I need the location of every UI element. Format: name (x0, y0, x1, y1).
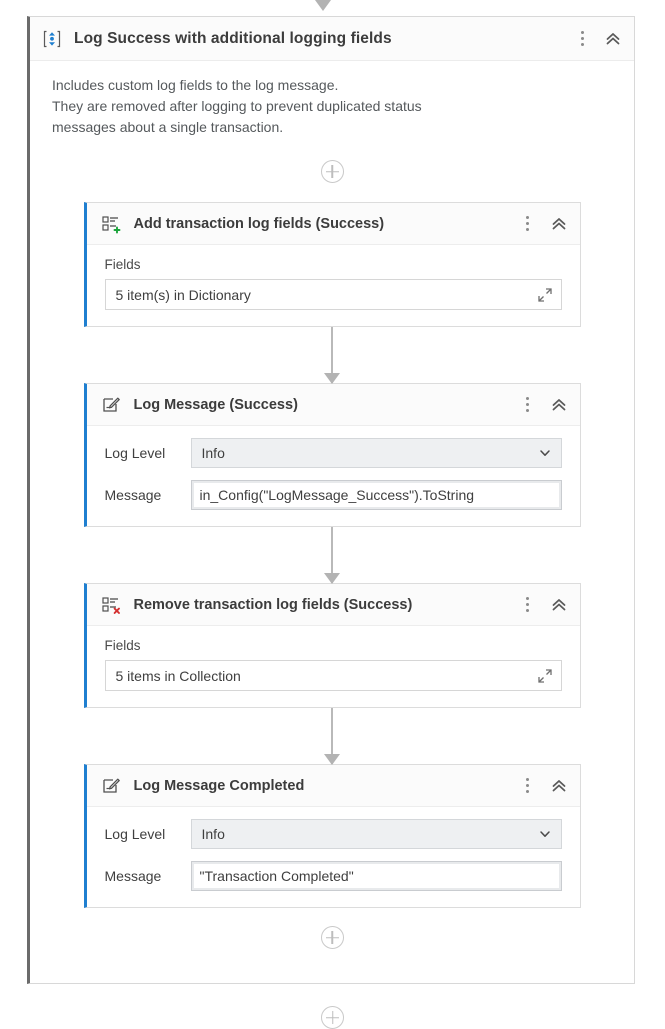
kebab-menu-icon[interactable] (520, 776, 536, 796)
log-message-icon (101, 395, 121, 415)
open-editor-icon[interactable] (537, 668, 553, 684)
add-activity-top[interactable] (30, 160, 634, 183)
activity-card-log-message-success[interactable]: Log Message (Success) Log Level Info Mes… (83, 383, 581, 527)
card-title: Log Message Completed (133, 777, 305, 794)
card-header[interactable]: Log Message Completed (86, 765, 580, 807)
plus-circle-icon[interactable] (320, 160, 344, 183)
fields-value-input[interactable]: 5 item(s) in Dictionary (104, 279, 562, 310)
add-activity-outside[interactable] (0, 1006, 665, 1029)
fields-value-text: 5 items in Collection (115, 667, 241, 684)
chevron-down-icon[interactable] (538, 446, 552, 460)
fields-label: Fields (104, 638, 141, 653)
kebab-menu-icon[interactable] (574, 29, 590, 49)
log-level-select[interactable]: Info (190, 438, 562, 468)
sequence-description: Includes custom log fields to the log me… (30, 61, 634, 138)
flow-connector (32, 527, 632, 584)
fields-label: Fields (104, 257, 141, 272)
card-body: Fields 5 items in Collection (87, 626, 580, 707)
kebab-menu-icon[interactable] (520, 214, 536, 234)
card-body: Log Level Info Message "Transaction Comp… (87, 807, 580, 907)
double-chevron-up-icon[interactable] (550, 777, 568, 795)
flow-connector (32, 708, 632, 765)
log-level-label: Log Level (104, 826, 166, 842)
plus-circle-icon[interactable] (321, 1006, 344, 1029)
message-input[interactable]: in_Config("LogMessage_Success").ToString (190, 480, 562, 510)
fields-value-text: 5 item(s) in Dictionary (115, 286, 251, 303)
connector-arrow-icon (324, 754, 340, 765)
log-level-select[interactable]: Info (190, 819, 562, 849)
incoming-flow-arrow-icon (315, 0, 331, 11)
message-label: Message (104, 868, 162, 884)
double-chevron-up-icon[interactable] (604, 30, 622, 48)
sequence-header[interactable]: Log Success with additional logging fiel… (30, 17, 634, 61)
open-editor-icon[interactable] (537, 287, 553, 303)
description-line-1: Includes custom log fields to the log me… (52, 77, 339, 93)
card-body: Fields 5 item(s) in Dictionary (87, 245, 580, 326)
message-row: Message in_Config("LogMessage_Success").… (105, 480, 562, 510)
connector-arrow-icon (324, 573, 340, 584)
log-level-label: Log Level (104, 445, 166, 461)
log-level-value: Info (201, 826, 225, 842)
log-message-icon (101, 776, 121, 796)
card-header[interactable]: Log Message (Success) (86, 384, 580, 426)
double-chevron-up-icon[interactable] (550, 215, 568, 233)
remove-log-fields-icon (101, 595, 121, 615)
description-line-2: They are removed after logging to preven… (52, 98, 422, 114)
add-log-fields-icon (101, 214, 121, 234)
message-value: "Transaction Completed" (199, 868, 354, 884)
sequence-container: Log Success with additional logging fiel… (27, 16, 635, 984)
card-title: Log Message (Success) (133, 396, 298, 413)
message-input[interactable]: "Transaction Completed" (190, 861, 562, 891)
card-title: Remove transaction log fields (Success) (133, 596, 413, 613)
kebab-menu-icon[interactable] (520, 395, 536, 415)
double-chevron-up-icon[interactable] (550, 596, 568, 614)
card-body: Log Level Info Message in_Config("LogMes… (87, 426, 580, 526)
kebab-menu-icon[interactable] (520, 595, 536, 615)
chevron-down-icon[interactable] (538, 827, 552, 841)
card-title: Add transaction log fields (Success) (133, 215, 385, 232)
add-activity-bottom[interactable] (30, 926, 634, 949)
activity-card-remove-transaction-log-fields[interactable]: Remove transaction log fields (Success) … (83, 583, 581, 708)
activity-card-add-transaction-log-fields[interactable]: Add transaction log fields (Success) Fie… (83, 202, 581, 327)
flow-connector (32, 327, 632, 384)
log-level-row: Log Level Info (105, 819, 562, 849)
sequence-title: Log Success with additional logging fiel… (74, 29, 392, 47)
fields-value-input[interactable]: 5 items in Collection (104, 660, 562, 691)
message-value: in_Config("LogMessage_Success").ToString (199, 487, 475, 503)
log-level-row: Log Level Info (105, 438, 562, 468)
log-level-value: Info (201, 445, 225, 461)
description-line-3: messages about a single transaction. (52, 119, 284, 135)
card-header[interactable]: Add transaction log fields (Success) (86, 203, 580, 245)
sequence-icon (42, 29, 62, 49)
message-row: Message "Transaction Completed" (105, 861, 562, 891)
card-header[interactable]: Remove transaction log fields (Success) (86, 584, 580, 626)
double-chevron-up-icon[interactable] (550, 396, 568, 414)
connector-arrow-icon (324, 373, 340, 384)
activity-card-log-message-completed[interactable]: Log Message Completed Log Level Info Mes… (83, 764, 581, 908)
message-label: Message (104, 487, 162, 503)
plus-circle-icon[interactable] (320, 926, 344, 949)
